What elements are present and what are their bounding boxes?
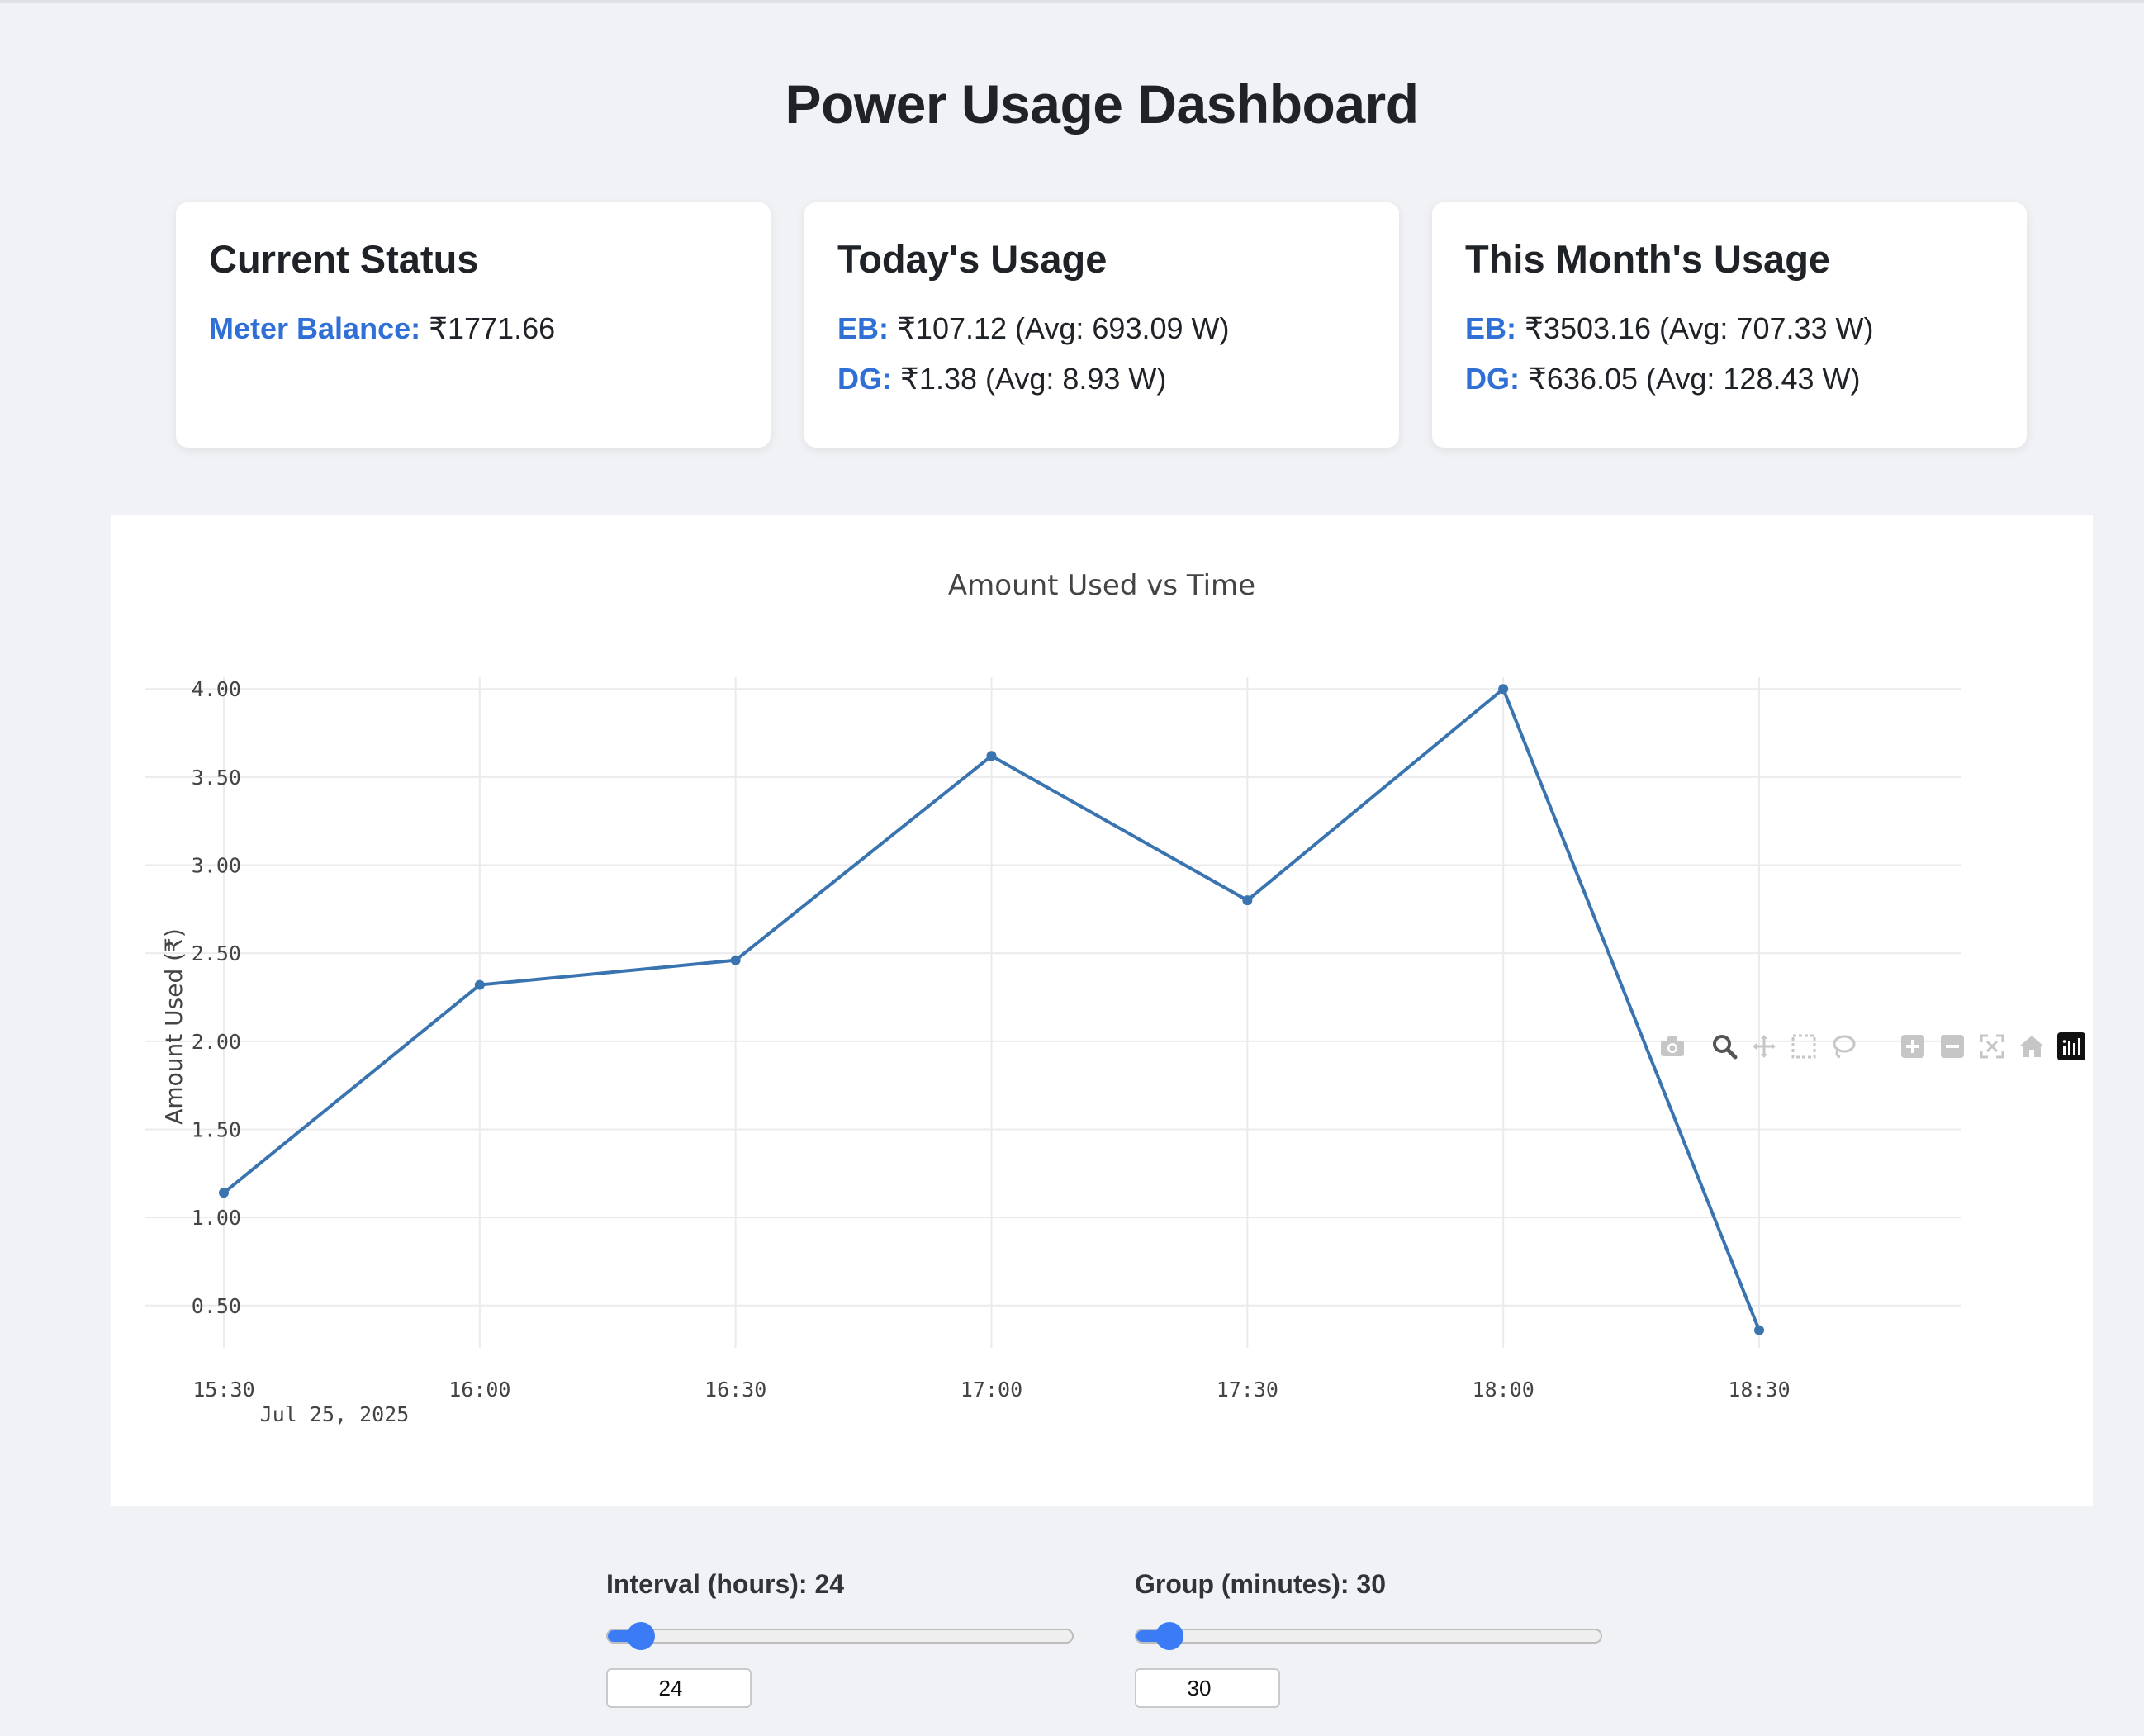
page-title: Power Usage Dashboard [785, 74, 1419, 135]
chart-panel[interactable]: Amount Used vs Time Amount Used (₹) 0.50… [111, 515, 2093, 1506]
x-tick-label: 18:00 [1473, 1378, 1534, 1402]
zoom-out-icon[interactable] [1936, 1030, 1969, 1063]
y-tick-label: 2.50 [192, 942, 241, 965]
current-status-card: Current Status Meter Balance: ₹1771.66 [176, 202, 771, 448]
y-tick-label: 1.50 [192, 1117, 241, 1141]
meter-balance-value: ₹1771.66 [429, 311, 556, 346]
interval-input[interactable] [606, 1668, 752, 1708]
top-border [0, 0, 2144, 3]
eb-row: EB: ₹107.12 (Avg: 693.09 W) [837, 303, 1366, 353]
x-tick-label: 16:00 [448, 1378, 510, 1402]
y-tick-label: 1.00 [192, 1206, 241, 1230]
data-point[interactable] [986, 751, 997, 761]
group-input[interactable] [1135, 1668, 1280, 1708]
data-point[interactable] [730, 955, 741, 965]
interval-label: Interval (hours): 24 [606, 1569, 845, 1599]
y-tick-label: 3.00 [192, 854, 241, 878]
y-tick-label: 0.50 [192, 1294, 241, 1318]
card-title: This Month's Usage [1465, 237, 1831, 281]
eb-value: ₹3503.16 (Avg: 707.33 W) [1525, 311, 1874, 346]
eb-row: EB: ₹3503.16 (Avg: 707.33 W) [1465, 303, 1994, 353]
gridlines [145, 677, 1961, 1348]
meter-balance-label: Meter Balance: [209, 311, 421, 346]
plotly-logo-icon[interactable] [2055, 1030, 2088, 1063]
x-tick-label: 17:30 [1217, 1378, 1278, 1402]
box-select-icon[interactable] [1787, 1030, 1820, 1063]
y-axis-title: Amount Used (₹) [160, 928, 187, 1125]
zoom-in-icon[interactable] [1896, 1030, 1929, 1063]
data-point[interactable] [474, 979, 485, 990]
data-point[interactable] [1242, 895, 1253, 906]
y-tick-label: 2.00 [192, 1030, 241, 1054]
autoscale-icon[interactable] [1976, 1030, 2009, 1063]
y-tick-label: 3.50 [192, 766, 241, 790]
chart-title: Amount Used vs Time [948, 569, 1255, 602]
card-title: Current Status [209, 237, 479, 281]
reset-axes-icon[interactable] [2015, 1030, 2048, 1063]
camera-icon[interactable] [1656, 1030, 1689, 1063]
card-title: Today's Usage [837, 237, 1108, 281]
dg-row: DG: ₹1.38 (Avg: 8.93 W) [837, 353, 1366, 404]
group-slider-thumb[interactable] [1155, 1622, 1184, 1650]
y-tick-label: 4.00 [192, 677, 241, 701]
group-label: Group (minutes): 30 [1135, 1569, 1387, 1599]
data-point[interactable] [219, 1188, 229, 1198]
data-point[interactable] [1498, 684, 1509, 695]
meter-balance-row: Meter Balance: ₹1771.66 [209, 303, 738, 353]
x-tick-label: 15:30 [192, 1378, 254, 1402]
interval-slider-track[interactable] [606, 1629, 1074, 1644]
eb-label: EB: [1465, 311, 1516, 346]
x-tick-label: 17:00 [961, 1378, 1022, 1402]
data-point[interactable] [1754, 1325, 1764, 1335]
interval-slider-thumb[interactable] [627, 1622, 656, 1650]
todays-usage-card: Today's Usage EB: ₹107.12 (Avg: 693.09 W… [804, 202, 1399, 448]
y-tick-labels: 0.50 1.00 1.50 2.00 2.50 3.00 3.50 4.00 [192, 677, 241, 1318]
zoom-icon[interactable] [1708, 1030, 1741, 1063]
group-slider-track[interactable] [1135, 1629, 1602, 1644]
dg-value: ₹636.05 (Avg: 128.43 W) [1528, 362, 1861, 396]
dg-row: DG: ₹636.05 (Avg: 128.43 W) [1465, 353, 1994, 404]
monthly-usage-card: This Month's Usage EB: ₹3503.16 (Avg: 70… [1432, 202, 2027, 448]
x-tick-label: 16:30 [704, 1378, 766, 1402]
line-chart[interactable]: Amount Used vs Time Amount Used (₹) 0.50… [111, 515, 2093, 1506]
lasso-select-icon[interactable] [1827, 1030, 1860, 1063]
x-tick-labels: 15:30 16:00 16:30 17:00 17:30 18:00 18:30 [192, 1378, 1790, 1402]
dg-value: ₹1.38 (Avg: 8.93 W) [900, 362, 1167, 396]
dg-label: DG: [1465, 362, 1520, 396]
x-axis-date-label: Jul 25, 2025 [260, 1402, 410, 1426]
eb-value: ₹107.12 (Avg: 693.09 W) [897, 311, 1230, 346]
x-tick-label: 18:30 [1728, 1378, 1790, 1402]
eb-label: EB: [837, 311, 889, 346]
pan-icon[interactable] [1748, 1030, 1781, 1063]
dg-label: DG: [837, 362, 892, 396]
